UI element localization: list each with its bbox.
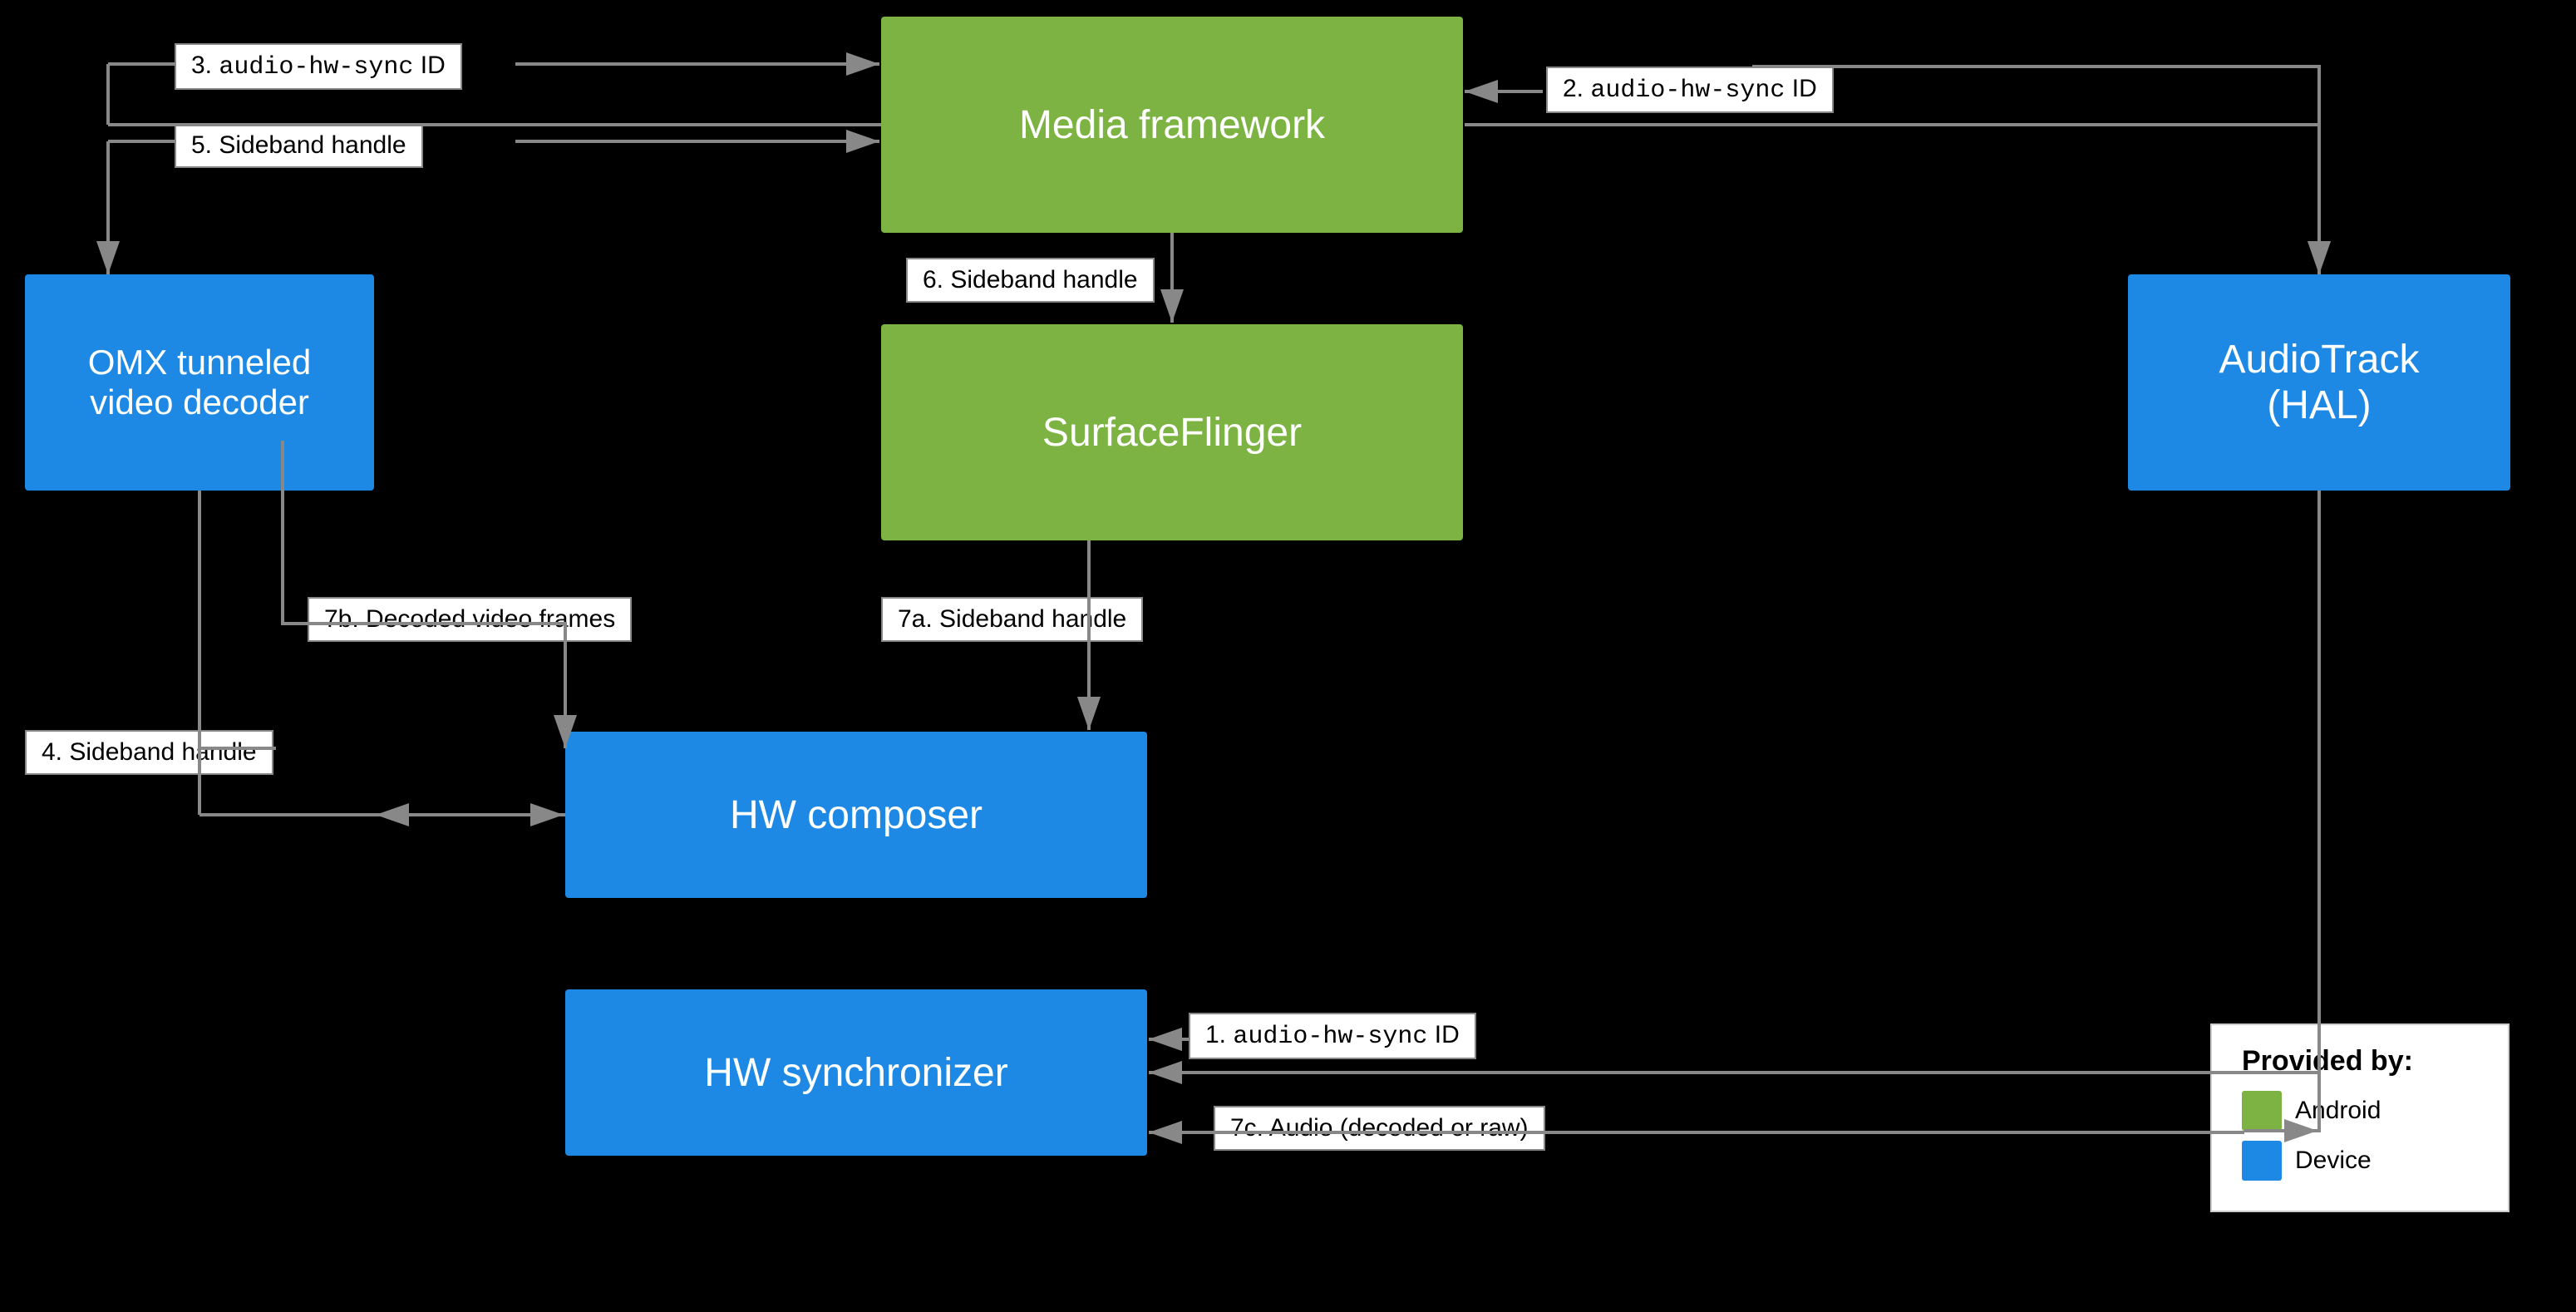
label-4: 4. Sideband handle (25, 730, 273, 775)
hw-synchronizer-label: HW synchronizer (704, 1050, 1007, 1096)
line-2-route (1752, 67, 2319, 98)
legend: Provided by: Android Device (2210, 1023, 2510, 1212)
label-5: 5. Sideband handle (175, 123, 423, 168)
label-2: 2. audio-hw-sync ID (1546, 67, 1834, 113)
media-framework-block: Media framework (881, 17, 1463, 233)
label-7a: 7a. Sideband handle (881, 597, 1143, 642)
hw-composer-block: HW composer (565, 732, 1147, 898)
label-7b: 7b. Decoded video frames (308, 597, 632, 642)
omx-decoder-label: OMX tunneledvideo decoder (88, 343, 312, 422)
label-7c: 7c. Audio (decoded or raw) (1214, 1106, 1545, 1151)
label-1: 1. audio-hw-sync ID (1189, 1013, 1476, 1059)
legend-item-android: Android (2242, 1091, 2478, 1131)
audio-track-block: AudioTrack(HAL) (2128, 274, 2510, 491)
legend-title: Provided by: (2242, 1045, 2478, 1078)
media-framework-label: Media framework (1019, 102, 1325, 148)
legend-color-android (2242, 1091, 2282, 1131)
audio-track-label: AudioTrack(HAL) (2219, 337, 2420, 428)
arrow-at-to-hwsync (1149, 491, 2319, 1073)
legend-label-device: Device (2295, 1147, 2372, 1175)
label-6: 6. Sideband handle (906, 258, 1155, 303)
hw-composer-label: HW composer (730, 792, 983, 838)
legend-label-android: Android (2295, 1097, 2381, 1125)
surface-flinger-block: SurfaceFlinger (881, 324, 1463, 540)
label-3: 3. audio-hw-sync ID (175, 43, 462, 90)
omx-decoder-block: OMX tunneledvideo decoder (25, 274, 374, 491)
hw-synchronizer-block: HW synchronizer (565, 989, 1147, 1156)
surface-flinger-label: SurfaceFlinger (1042, 410, 1302, 456)
legend-item-device: Device (2242, 1141, 2478, 1181)
legend-color-device (2242, 1141, 2282, 1181)
